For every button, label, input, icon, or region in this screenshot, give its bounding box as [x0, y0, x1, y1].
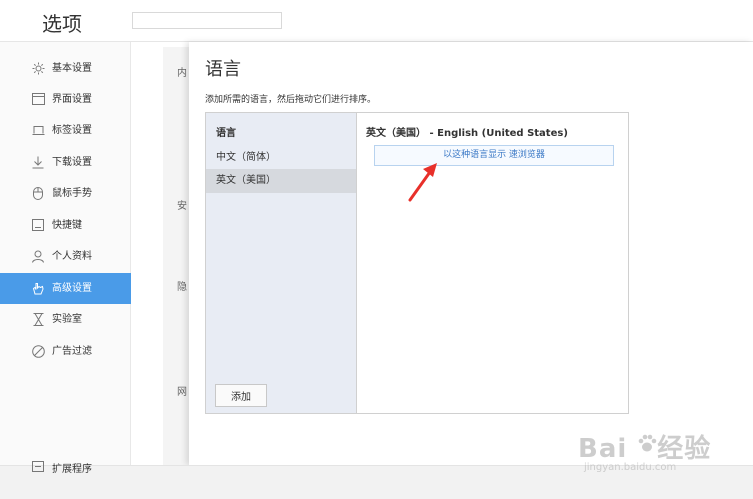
page-header: 选项 [0, 0, 753, 42]
arrow-icon [408, 163, 437, 202]
download-icon [31, 155, 45, 169]
sidebar-item-profile[interactable]: 个人资料 [0, 241, 131, 272]
sidebar-item-advanced[interactable]: 高级设置 [0, 273, 138, 304]
hourglass-icon [31, 312, 45, 326]
sidebar-item-label: 高级设置 [52, 283, 92, 294]
add-language-button[interactable]: 添加 [215, 384, 267, 407]
language-item-zh-cn[interactable]: 中文（简体） [206, 146, 356, 170]
sidebar-item-tabs[interactable]: 标签设置 [0, 115, 131, 146]
settings-card [163, 47, 190, 499]
language-item-en-us[interactable]: 英文（美国） [206, 169, 356, 193]
page-title: 选项 [42, 12, 82, 36]
sidebar-item-basic[interactable]: 基本设置 [0, 53, 131, 84]
sidebar-item-label: 下载设置 [52, 157, 92, 168]
language-panel: 语言 中文（简体） 英文（美国） 添加 英文（美国） - English (Un… [205, 112, 629, 414]
section-fragment: 内 [177, 68, 187, 79]
sidebar-item-download[interactable]: 下载设置 [0, 147, 131, 178]
sidebar-item-label: 快捷键 [52, 220, 82, 231]
baidu-watermark: Bai 经验 jingyan.baidu.com [578, 428, 718, 478]
language-detail-title: 英文（美国） - English (United States) [366, 128, 568, 139]
sidebar-item-label: 实验室 [52, 314, 82, 325]
paw-icon [638, 434, 657, 452]
language-list: 语言 中文（简体） 英文（美国） 添加 [206, 113, 357, 413]
mouse-icon [31, 186, 45, 200]
language-dialog: 语言 添加所需的语言，然后拖动它们进行排序。 语言 中文（简体） 英文（美国） … [189, 42, 753, 465]
puzzle-icon [31, 459, 45, 473]
tab-icon [31, 123, 45, 137]
hand-icon [31, 281, 45, 295]
dialog-title: 语言 [205, 59, 241, 80]
gear-icon [31, 61, 45, 75]
section-fragment: 网 [177, 387, 187, 398]
sidebar-item-label: 鼠标手势 [52, 188, 92, 199]
sidebar-item-mouse-gesture[interactable]: 鼠标手势 [0, 178, 131, 209]
sidebar-item-label: 基本设置 [52, 63, 92, 74]
section-fragment: 隐 [177, 282, 187, 293]
language-detail: 英文（美国） - English (United States) 以这种语言显示… [357, 113, 628, 413]
sidebar-item-label: 标签设置 [52, 125, 92, 136]
language-list-header: 语言 [216, 128, 236, 139]
person-icon [31, 249, 45, 263]
block-icon [31, 344, 45, 358]
sidebar-item-label: 界面设置 [52, 94, 92, 105]
sidebar-item-shortcuts[interactable]: 快捷键 [0, 210, 131, 241]
sidebar-item-label: 扩展程序 [52, 464, 92, 475]
watermark-url: jingyan.baidu.com [584, 462, 677, 473]
sidebar-item-interface[interactable]: 界面设置 [0, 84, 131, 115]
window-icon [31, 92, 45, 106]
sidebar-item-label: 个人资料 [52, 251, 92, 262]
dialog-description: 添加所需的语言，然后拖动它们进行排序。 [205, 95, 377, 105]
sidebar-item-ad-filter[interactable]: 广告过滤 [0, 336, 131, 367]
keyboard-icon [31, 218, 45, 232]
search-input[interactable] [132, 12, 282, 29]
section-fragment: 安 [177, 201, 187, 212]
sidebar: 基本设置 界面设置 标签设置 下载设置 鼠标手势 快捷键 个人资料 高级设置 实… [0, 42, 138, 499]
sidebar-item-lab[interactable]: 实验室 [0, 304, 131, 335]
sidebar-item-extensions[interactable]: 扩展程序 [0, 449, 131, 480]
sidebar-item-label: 广告过滤 [52, 346, 92, 357]
